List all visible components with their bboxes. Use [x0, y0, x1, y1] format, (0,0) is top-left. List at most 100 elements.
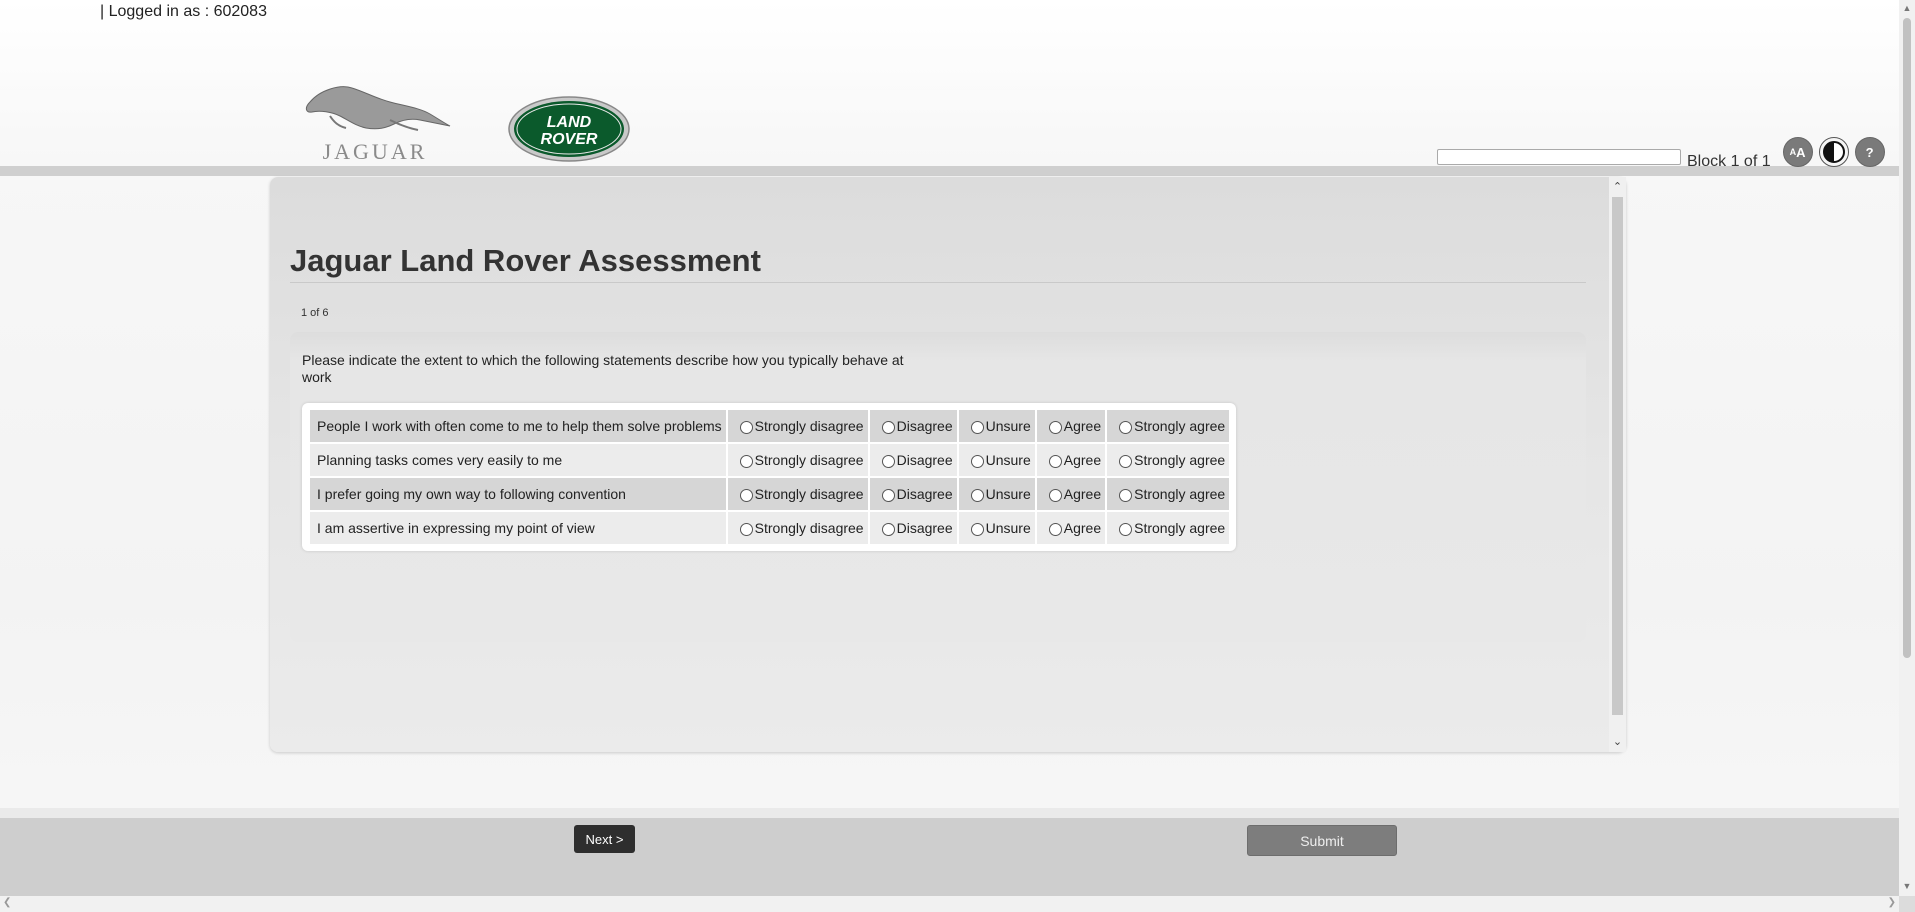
- panel-scroll-down-icon[interactable]: ⌄: [1609, 734, 1626, 750]
- likert-option[interactable]: Agree: [1041, 452, 1101, 468]
- contrast-icon: [1822, 141, 1845, 163]
- radio-button[interactable]: [1119, 522, 1133, 536]
- question-box: Please indicate the extent to which the …: [290, 332, 1586, 642]
- option-label: Strongly agree: [1134, 452, 1226, 468]
- likert-option[interactable]: Agree: [1041, 520, 1101, 536]
- likert-row: People I work with often come to me to h…: [310, 410, 1230, 442]
- radio-button[interactable]: [739, 420, 753, 434]
- panel-scroll-thumb[interactable]: [1612, 197, 1623, 715]
- radio-button[interactable]: [1119, 420, 1133, 434]
- footer-bar: Next > Submit: [0, 818, 1899, 896]
- likert-option[interactable]: Strongly agree: [1111, 418, 1225, 434]
- login-status: | Logged in as : 602083: [100, 3, 267, 21]
- radio-button[interactable]: [1048, 488, 1062, 502]
- panel-scroll-up-icon[interactable]: ⌃: [1609, 179, 1626, 195]
- option-label: Agree: [1063, 418, 1102, 434]
- likert-option-cell[interactable]: Strongly agree: [1107, 444, 1230, 476]
- radio-button[interactable]: [739, 488, 753, 502]
- likert-option[interactable]: Strongly disagree: [732, 520, 864, 536]
- likert-option-cell[interactable]: Strongly agree: [1107, 478, 1230, 510]
- likert-option-cell[interactable]: Strongly agree: [1107, 410, 1230, 442]
- likert-option[interactable]: Strongly agree: [1111, 486, 1225, 502]
- likert-option[interactable]: Unsure: [963, 452, 1031, 468]
- likert-option-cell[interactable]: Strongly disagree: [727, 478, 868, 510]
- contrast-button[interactable]: [1818, 137, 1849, 167]
- likert-option[interactable]: Strongly disagree: [732, 452, 864, 468]
- likert-option-cell[interactable]: Unsure: [958, 512, 1035, 544]
- radio-button[interactable]: [970, 454, 984, 468]
- radio-button[interactable]: [739, 522, 753, 536]
- likert-option-cell[interactable]: Unsure: [958, 444, 1035, 476]
- help-button[interactable]: ?: [1854, 137, 1885, 167]
- likert-option-cell[interactable]: Agree: [1036, 478, 1106, 510]
- likert-option[interactable]: Agree: [1041, 418, 1101, 434]
- page-scroll-thumb[interactable]: [1903, 18, 1911, 658]
- likert-option-cell[interactable]: Strongly disagree: [727, 512, 868, 544]
- likert-option-cell[interactable]: Disagree: [869, 478, 957, 510]
- likert-option-cell[interactable]: Strongly disagree: [727, 410, 868, 442]
- option-label: Disagree: [896, 486, 953, 502]
- likert-option-cell[interactable]: Agree: [1036, 444, 1106, 476]
- page-title: Jaguar Land Rover Assessment: [290, 243, 761, 278]
- option-label: Disagree: [896, 520, 953, 536]
- option-label: Strongly agree: [1134, 418, 1226, 434]
- page-horizontal-scrollbar[interactable]: ❮ ❯: [0, 896, 1899, 912]
- search-input[interactable]: [1437, 149, 1681, 165]
- statement-text: I prefer going my own way to following c…: [310, 478, 726, 510]
- likert-option-cell[interactable]: Strongly agree: [1107, 512, 1230, 544]
- likert-option-cell[interactable]: Disagree: [869, 410, 957, 442]
- likert-option-cell[interactable]: Disagree: [869, 444, 957, 476]
- radio-button[interactable]: [970, 522, 984, 536]
- radio-button[interactable]: [1048, 454, 1062, 468]
- scroll-left-icon[interactable]: ❮: [3, 897, 11, 908]
- option-label: Unsure: [985, 452, 1031, 468]
- likert-option[interactable]: Disagree: [874, 486, 953, 502]
- scroll-up-icon[interactable]: ▲: [1899, 3, 1915, 13]
- option-label: Unsure: [985, 418, 1031, 434]
- likert-option[interactable]: Strongly agree: [1111, 452, 1225, 468]
- radio-button[interactable]: [1119, 454, 1133, 468]
- likert-option[interactable]: Unsure: [963, 486, 1031, 502]
- likert-option-cell[interactable]: Agree: [1036, 512, 1106, 544]
- submit-button[interactable]: Submit: [1247, 825, 1397, 856]
- text-size-button[interactable]: AA: [1782, 137, 1813, 167]
- radio-button[interactable]: [970, 420, 984, 434]
- statement-text: I am assertive in expressing my point of…: [310, 512, 726, 544]
- option-label: Strongly disagree: [754, 486, 864, 502]
- topbar-separator: |: [100, 3, 105, 20]
- radio-button[interactable]: [881, 420, 895, 434]
- radio-button[interactable]: [1048, 420, 1062, 434]
- radio-button[interactable]: [1048, 522, 1062, 536]
- likert-option[interactable]: Strongly disagree: [732, 486, 864, 502]
- likert-option[interactable]: Disagree: [874, 418, 953, 434]
- option-label: Strongly agree: [1134, 520, 1226, 536]
- likert-option[interactable]: Disagree: [874, 452, 953, 468]
- next-button[interactable]: Next >: [574, 825, 635, 853]
- option-label: Disagree: [896, 452, 953, 468]
- radio-button[interactable]: [739, 454, 753, 468]
- likert-option[interactable]: Agree: [1041, 486, 1101, 502]
- likert-option[interactable]: Unsure: [963, 418, 1031, 434]
- likert-option-cell[interactable]: Unsure: [958, 478, 1035, 510]
- radio-button[interactable]: [881, 488, 895, 502]
- scroll-down-icon[interactable]: ▼: [1899, 881, 1915, 891]
- likert-option[interactable]: Strongly disagree: [732, 418, 864, 434]
- page-vertical-scrollbar[interactable]: ▲ ▼: [1899, 0, 1915, 896]
- option-label: Agree: [1063, 486, 1102, 502]
- radio-button[interactable]: [1119, 488, 1133, 502]
- radio-button[interactable]: [881, 454, 895, 468]
- radio-button[interactable]: [970, 488, 984, 502]
- likert-option[interactable]: Disagree: [874, 520, 953, 536]
- scroll-right-icon[interactable]: ❯: [1888, 897, 1896, 908]
- likert-option[interactable]: Unsure: [963, 520, 1031, 536]
- likert-row: I am assertive in expressing my point of…: [310, 512, 1230, 544]
- panel-scrollbar[interactable]: ⌃ ⌄: [1609, 177, 1626, 752]
- likert-option-cell[interactable]: Strongly disagree: [727, 444, 868, 476]
- likert-option-cell[interactable]: Disagree: [869, 512, 957, 544]
- radio-button[interactable]: [881, 522, 895, 536]
- likert-option-cell[interactable]: Agree: [1036, 410, 1106, 442]
- likert-option[interactable]: Strongly agree: [1111, 520, 1225, 536]
- block-label: Block 1 of 1: [1687, 153, 1771, 170]
- likert-option-cell[interactable]: Unsure: [958, 410, 1035, 442]
- option-label: Strongly agree: [1134, 486, 1226, 502]
